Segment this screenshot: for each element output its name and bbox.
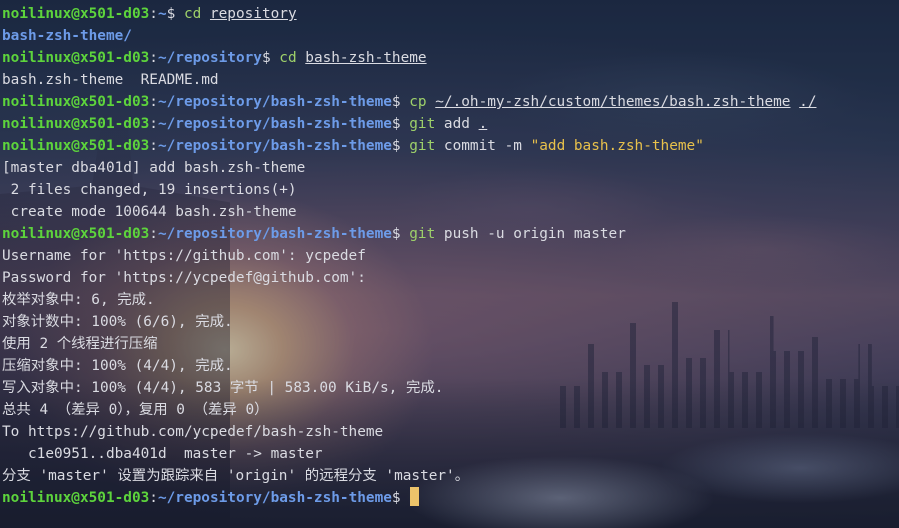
output-line: c1e0951..dba401d master -> master [2, 443, 899, 465]
prompt-path: ~/repository [157, 50, 262, 66]
prompt-line: noilinux@x501-d03:~/repository/bash-zsh-… [2, 223, 899, 245]
output-text: [master dba401d] add bash.zsh-theme [2, 160, 306, 176]
output-line: To https://github.com/ycpedef/bash-zsh-t… [2, 421, 899, 443]
command-name: cd [183, 6, 202, 22]
output-text: 分支 'master' 设置为跟踪来自 'origin' 的远程分支 'mast… [2, 468, 470, 484]
output-line: [master dba401d] add bash.zsh-theme [2, 157, 899, 179]
command-subcommand: push -u origin master [443, 226, 626, 242]
prompt-dollar: $ [166, 6, 176, 22]
command-name: cd [279, 50, 297, 66]
prompt-path: ~/repository/bash-zsh-theme [157, 226, 392, 242]
prompt-line: noilinux@x501-d03:~/repository/bash-zsh-… [2, 135, 899, 157]
output-text: 写入对象中: 100% (4/4), 583 字节 | 583.00 KiB/s… [2, 380, 444, 396]
output-text: bash.zsh-theme README.md [2, 72, 219, 88]
prompt-user-host: noilinux@x501-d03 [2, 6, 150, 22]
command-name: git [409, 138, 436, 154]
output-text: 2 files changed, 19 insertions(+) [2, 182, 297, 198]
output-line: create mode 100644 bash.zsh-theme [2, 201, 899, 223]
prompt-user-host: noilinux@x501-d03 [2, 94, 150, 110]
prompt-separator: : [149, 490, 158, 506]
terminal-output[interactable]: noilinux@x501-d03:~$ cd repository bash-… [0, 0, 899, 509]
output-line: 压缩对象中: 100% (4/4), 完成. [2, 355, 899, 377]
prompt-line-active[interactable]: noilinux@x501-d03:~/repository/bash-zsh-… [2, 487, 899, 509]
prompt-separator: : [149, 50, 158, 66]
prompt-line: noilinux@x501-d03:~/repository$ cd bash-… [2, 47, 899, 69]
output-line: 2 files changed, 19 insertions(+) [2, 179, 899, 201]
prompt-path: ~/repository/bash-zsh-theme [157, 116, 392, 132]
output-line: 使用 2 个线程进行压缩 [2, 333, 899, 355]
command-name: git [409, 226, 436, 242]
command-arg: ~/.oh-my-zsh/custom/themes/bash.zsh-them… [435, 94, 791, 110]
prompt-user-host: noilinux@x501-d03 [2, 226, 150, 242]
command-arg: repository [209, 6, 297, 22]
output-line: Username for 'https://github.com': ycped… [2, 245, 899, 267]
command-subcommand: add [443, 116, 470, 132]
prompt-user-host: noilinux@x501-d03 [2, 116, 150, 132]
prompt-separator: : [149, 94, 158, 110]
output-text: 使用 2 个线程进行压缩 [2, 336, 158, 352]
prompt-path: ~/repository/bash-zsh-theme [157, 490, 392, 506]
prompt-user-host: noilinux@x501-d03 [2, 50, 150, 66]
output-line: 写入对象中: 100% (4/4), 583 字节 | 583.00 KiB/s… [2, 377, 899, 399]
output-text: create mode 100644 bash.zsh-theme [2, 204, 297, 220]
prompt-dollar: $ [391, 116, 401, 132]
prompt-path: ~/repository/bash-zsh-theme [157, 94, 392, 110]
output-text: Username for 'https://github.com': ycped… [2, 248, 366, 264]
prompt-dollar: $ [391, 490, 401, 506]
prompt-line: noilinux@x501-d03:~$ cd repository [2, 3, 899, 25]
text-cursor[interactable] [410, 487, 420, 506]
output-line: 分支 'master' 设置为跟踪来自 'origin' 的远程分支 'mast… [2, 465, 899, 487]
prompt-user-host: noilinux@x501-d03 [2, 490, 150, 506]
prompt-line: noilinux@x501-d03:~/repository/bash-zsh-… [2, 113, 899, 135]
command-name: git [409, 116, 436, 132]
output-text: c1e0951..dba401d master -> master [2, 446, 323, 462]
prompt-separator: : [149, 116, 158, 132]
output-text: 枚举对象中: 6, 完成. [2, 292, 155, 308]
prompt-user-host: noilinux@x501-d03 [2, 138, 150, 154]
command-name: cp [409, 94, 427, 110]
output-text: 压缩对象中: 100% (4/4), 完成. [2, 358, 233, 374]
output-text: 总共 4 （差异 0），复用 0 （差异 0） [2, 402, 269, 418]
prompt-separator: : [149, 138, 158, 154]
prompt-dollar: $ [261, 50, 271, 66]
command-arg: ./ [799, 94, 817, 110]
prompt-dollar: $ [391, 226, 401, 242]
output-line: 枚举对象中: 6, 完成. [2, 289, 899, 311]
output-line: 总共 4 （差异 0），复用 0 （差异 0） [2, 399, 899, 421]
output-line: 对象计数中: 100% (6/6), 完成. [2, 311, 899, 333]
output-text: Password for 'https://ycpedef@github.com… [2, 270, 366, 286]
output-line: bash-zsh-theme/ [2, 25, 899, 47]
prompt-path: ~/repository/bash-zsh-theme [157, 138, 392, 154]
prompt-dollar: $ [391, 94, 401, 110]
command-arg: bash-zsh-theme [305, 50, 427, 66]
prompt-separator: : [149, 6, 158, 22]
output-line: bash.zsh-theme README.md [2, 69, 899, 91]
output-line: Password for 'https://ycpedef@github.com… [2, 267, 899, 289]
prompt-path: ~ [157, 6, 167, 22]
prompt-dollar: $ [391, 138, 401, 154]
terminal-window[interactable]: noilinux@x501-d03:~$ cd repository bash-… [0, 0, 899, 528]
command-subcommand: commit -m [443, 138, 522, 154]
output-directory: bash-zsh-theme/ [2, 28, 132, 44]
prompt-line: noilinux@x501-d03:~/repository/bash-zsh-… [2, 91, 899, 113]
command-arg: . [478, 116, 488, 132]
output-text: To https://github.com/ycpedef/bash-zsh-t… [2, 424, 384, 440]
prompt-separator: : [149, 226, 158, 242]
output-text: 对象计数中: 100% (6/6), 完成. [2, 314, 233, 330]
command-string: "add bash.zsh-theme" [530, 138, 704, 154]
